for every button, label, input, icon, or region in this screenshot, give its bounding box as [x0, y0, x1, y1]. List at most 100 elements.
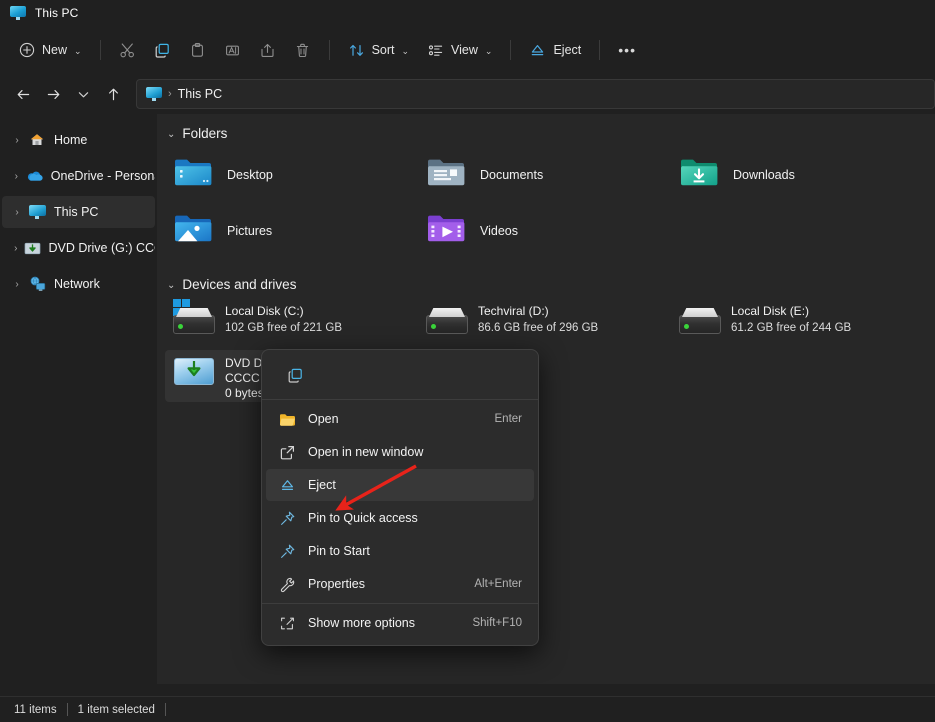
copy-icon: [288, 368, 302, 383]
share-icon: [259, 42, 276, 59]
folder-item-documents[interactable]: Documents: [418, 147, 671, 203]
open-new-window-icon: [278, 444, 296, 461]
sidebar-item-label: OneDrive - Personal: [50, 169, 155, 183]
sidebar-item-this-pc[interactable]: › This PC: [2, 196, 155, 228]
chevron-right-icon[interactable]: ›: [8, 279, 26, 290]
chevron-right-icon[interactable]: ›: [8, 171, 25, 182]
drive-item-techviral-d[interactable]: Techviral (D:) 86.6 GB free of 296 GB: [418, 298, 671, 350]
sidebar-item-network[interactable]: › Network: [2, 268, 155, 300]
view-list-icon: [427, 42, 444, 59]
hard-drive-icon: [679, 302, 721, 336]
windows-drive-icon: [173, 299, 215, 336]
scissors-icon: [119, 42, 136, 59]
folder-item-videos[interactable]: Videos: [418, 203, 671, 259]
drives-section-header[interactable]: ⌄ Devices and drives: [157, 259, 935, 298]
copy-button[interactable]: [278, 360, 312, 390]
up-button[interactable]: [98, 79, 128, 109]
sort-button[interactable]: Sort ⌄: [339, 34, 418, 66]
paste-button[interactable]: [180, 34, 215, 66]
folder-item-label: Desktop: [227, 168, 273, 182]
status-selection: 1 item selected: [77, 703, 155, 716]
sidebar-item-dvd-drive[interactable]: › DVD Drive (G:) CCCC: [2, 232, 155, 264]
sort-button-label: Sort: [371, 43, 395, 57]
toolbar-divider-1: [99, 40, 101, 60]
ellipsis-icon: •••: [618, 42, 636, 58]
home-icon: [26, 132, 48, 148]
drive-item-label: Local Disk (E:): [731, 304, 810, 318]
context-menu-item-label: Eject: [308, 478, 336, 492]
chevron-down-icon: ⌄: [74, 45, 82, 56]
forward-button[interactable]: [38, 79, 68, 109]
chevron-right-icon[interactable]: ›: [8, 243, 24, 254]
back-button[interactable]: [8, 79, 38, 109]
folder-item-label: Downloads: [733, 168, 795, 182]
arrow-left-icon: [17, 89, 29, 99]
drives-section-title: Devices and drives: [182, 277, 297, 292]
context-menu-item-label: Properties: [308, 577, 365, 591]
chevron-down-icon[interactable]: ⌄: [167, 129, 175, 140]
copy-button[interactable]: [145, 34, 180, 66]
drive-item-local-disk-e[interactable]: Local Disk (E:) 61.2 GB free of 244 GB: [671, 298, 924, 350]
file-list-pane: ⌄ Folders Desktop Documents Downloads Pi…: [157, 114, 935, 684]
rename-button[interactable]: [215, 34, 250, 66]
breadcrumb-path[interactable]: This PC: [178, 87, 222, 101]
sidebar-item-onedrive[interactable]: › OneDrive - Personal: [2, 160, 155, 192]
context-menu-item-accel: Enter: [494, 413, 523, 425]
folder-item-pictures[interactable]: Pictures: [165, 203, 418, 259]
delete-button[interactable]: [285, 34, 320, 66]
folder-open-icon: [278, 412, 296, 427]
context-menu-item-pin-to-start[interactable]: Pin to Start: [266, 535, 534, 567]
status-bar: 11 items 1 item selected: [0, 696, 935, 722]
context-menu-item-show-more-options[interactable]: Show more options Shift+F10: [266, 607, 534, 639]
new-button-label: New: [42, 43, 68, 57]
context-menu-item-label: Open in new window: [308, 445, 424, 459]
eject-button-label: Eject: [553, 43, 582, 57]
address-bar[interactable]: › This PC: [136, 79, 935, 109]
share-button[interactable]: [250, 34, 285, 66]
folder-item-desktop[interactable]: Desktop: [165, 147, 418, 203]
sidebar-item-label: DVD Drive (G:) CCCC: [48, 241, 155, 255]
file-explorer-window: This PC New ⌄ Sort ⌄ View ⌄ Eject ••• › …: [0, 0, 935, 722]
arrow-up-icon: [108, 88, 118, 100]
chevron-right-icon[interactable]: ›: [8, 207, 26, 218]
new-button[interactable]: New ⌄: [10, 34, 91, 66]
folder-item-label: Pictures: [227, 224, 273, 238]
eject-button[interactable]: Eject: [520, 34, 590, 66]
hard-drive-icon: [426, 302, 468, 336]
chevron-down-icon[interactable]: ⌄: [167, 280, 175, 291]
title-bar: This PC: [0, 0, 935, 26]
this-pc-icon: [26, 204, 48, 220]
drive-item-local-disk-c[interactable]: Local Disk (C:) 102 GB free of 221 GB: [165, 298, 418, 350]
folder-item-downloads[interactable]: Downloads: [671, 147, 924, 203]
view-button[interactable]: View ⌄: [418, 34, 501, 66]
sidebar-item-home[interactable]: › Home: [2, 124, 155, 156]
context-menu-item-pin-to-quick-access[interactable]: Pin to Quick access: [266, 502, 534, 534]
more-options-button[interactable]: •••: [609, 34, 645, 66]
folders-section-header[interactable]: ⌄ Folders: [157, 114, 935, 147]
folders-grid: Desktop Documents Downloads Pictures Vid…: [157, 147, 935, 259]
main-area: › Home › OneDrive - Personal › This PC ›…: [0, 114, 935, 684]
context-menu: Open Enter Open in new window Eject Pin …: [261, 349, 539, 646]
dvd-drive-icon: [24, 241, 43, 256]
toolbar-divider-4: [599, 40, 601, 60]
status-item-count: 11 items: [14, 703, 57, 716]
cut-button[interactable]: [110, 34, 145, 66]
navigation-pane: › Home › OneDrive - Personal › This PC ›…: [0, 114, 157, 684]
chevron-down-icon: ⌄: [484, 45, 493, 56]
onedrive-cloud-icon: [25, 169, 45, 183]
recent-locations-button[interactable]: [68, 79, 98, 109]
context-menu-icon-row: [262, 354, 538, 396]
context-menu-item-eject[interactable]: Eject: [266, 469, 534, 501]
show-more-icon: [278, 615, 296, 632]
context-menu-item-properties[interactable]: Properties Alt+Enter: [266, 568, 534, 600]
chevron-right-icon[interactable]: ›: [8, 135, 26, 146]
pin-icon: [278, 510, 296, 527]
context-menu-item-open[interactable]: Open Enter: [266, 403, 534, 435]
folders-section-title: Folders: [182, 126, 228, 141]
context-menu-item-open-in-new-window[interactable]: Open in new window: [266, 436, 534, 468]
downloads-folder-icon: [679, 156, 719, 194]
copy-icon: [154, 42, 171, 59]
rename-icon: [224, 42, 241, 59]
arrow-right-icon: [47, 89, 59, 99]
toolbar-divider-3: [510, 40, 512, 60]
